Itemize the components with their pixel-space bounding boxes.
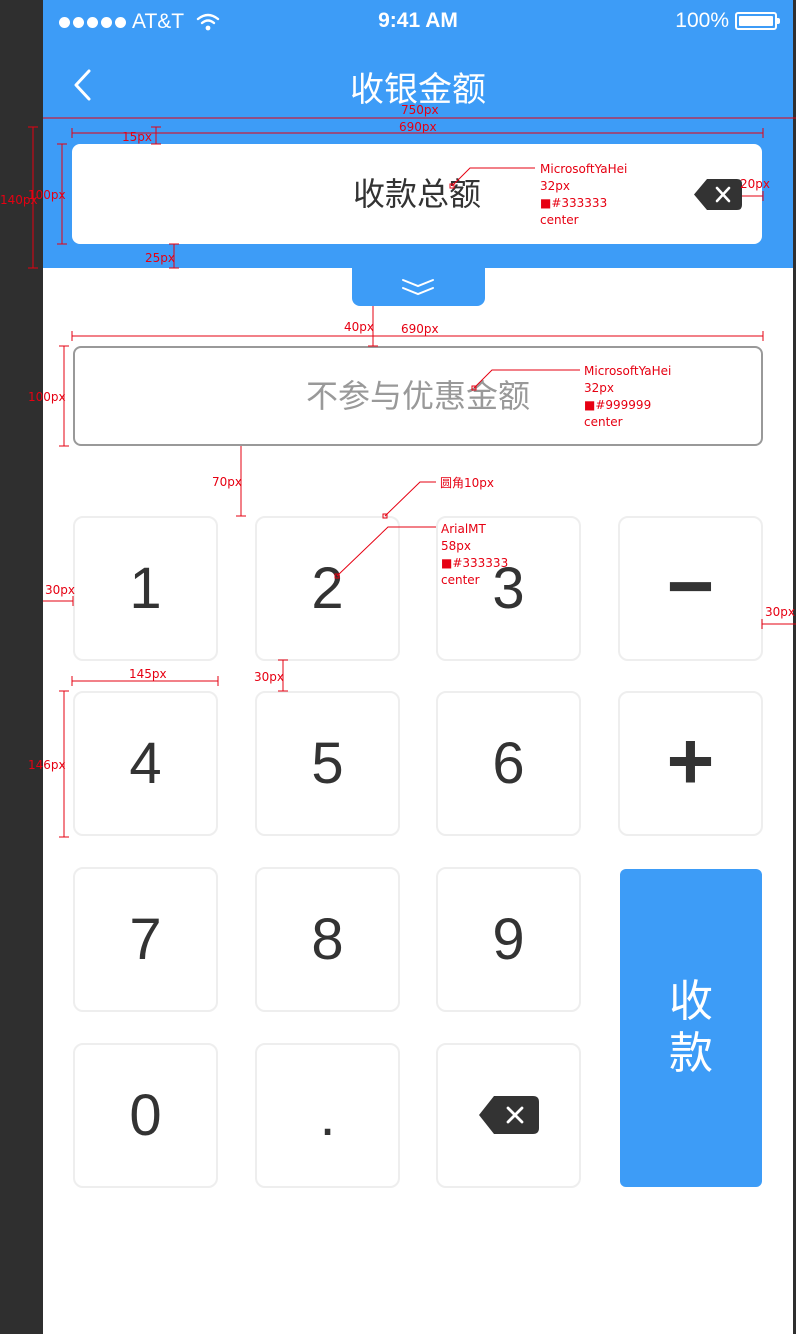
- annotation-gap-30: 30px: [254, 670, 284, 684]
- battery-icon: [735, 12, 780, 30]
- battery-percent: 100%: [675, 9, 729, 32]
- key-6[interactable]: 6: [436, 691, 581, 836]
- annotation-margin-25: 25px: [145, 251, 175, 265]
- annotation-corner-radius: 圆角10px: [440, 476, 494, 490]
- annotation-total-font-spec: MicrosoftYaHei 32px ■#333333 center: [540, 162, 628, 227]
- annotation-margin-15: 15px: [122, 130, 152, 144]
- total-amount-field[interactable]: 收款总额: [72, 144, 762, 244]
- key-backspace[interactable]: [436, 1043, 581, 1188]
- key-9[interactable]: 9: [436, 867, 581, 1012]
- collapse-toggle[interactable]: [352, 268, 485, 306]
- annotation-margin-40: 40px: [344, 320, 374, 334]
- backspace-icon: [479, 1096, 539, 1134]
- key-5[interactable]: 5: [255, 691, 400, 836]
- key-1[interactable]: 1: [73, 516, 218, 661]
- key-decimal[interactable]: .: [255, 1043, 400, 1188]
- annotation-width-690-b: 690px: [401, 322, 439, 336]
- key-7[interactable]: 7: [73, 867, 218, 1012]
- annotation-key-font-spec: ArialMT 58px ■#333333 center: [441, 522, 509, 587]
- annotation-height-100-b: 100px: [28, 390, 66, 404]
- key-plus[interactable]: +: [618, 691, 763, 836]
- annotation-key-width-145: 145px: [129, 667, 167, 681]
- total-amount-label: 收款总额: [352, 175, 481, 213]
- pay-label-line2: 款: [669, 1028, 713, 1079]
- status-right: 100%: [675, 9, 780, 33]
- pay-label-line1: 收: [669, 976, 713, 1027]
- key-minus[interactable]: −: [618, 516, 763, 661]
- annotation-height-100: 100px: [28, 188, 66, 202]
- annotation-margin-70: 70px: [212, 475, 242, 489]
- annotation-margin-30-right: 30px: [765, 605, 795, 619]
- key-2[interactable]: 2: [255, 516, 400, 661]
- key-8[interactable]: 8: [255, 867, 400, 1012]
- delete-backspace-icon[interactable]: [694, 179, 742, 210]
- collect-payment-button[interactable]: 收 款: [620, 869, 762, 1187]
- key-4[interactable]: 4: [73, 691, 218, 836]
- status-bar: AT&T 9:41 AM 100%: [43, 0, 793, 44]
- annotation-margin-30-left: 30px: [45, 583, 75, 597]
- annotation-width-750: 750px: [401, 103, 439, 117]
- annotation-discount-font-spec: MicrosoftYaHei 32px ■#999999 center: [584, 364, 672, 429]
- annotation-width-690: 690px: [399, 120, 437, 134]
- key-0[interactable]: 0: [73, 1043, 218, 1188]
- annotation-key-height-146: 146px: [28, 758, 66, 772]
- double-chevron-down-icon: [402, 279, 434, 296]
- annotation-margin-20: 20px: [740, 177, 770, 191]
